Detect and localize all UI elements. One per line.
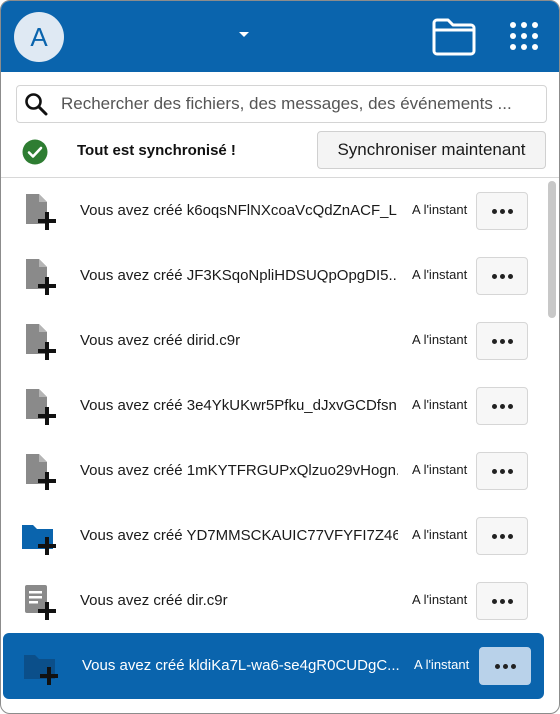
activity-text: Vous avez créé JF3KSqoNpliHDSUQpOpgDI5..… <box>80 267 398 284</box>
file-add-icon <box>26 194 56 230</box>
header-bar: A <box>1 1 559 72</box>
activity-text: Vous avez créé dir.c9r <box>80 592 228 609</box>
more-options-button[interactable] <box>476 582 528 620</box>
activity-row[interactable]: Vous avez créé 3e4YkUKwr5Pfku_dJxvGCDfsn… <box>1 374 544 438</box>
more-icon <box>494 663 516 669</box>
activity-time: A l'instant <box>412 527 468 542</box>
activity-time: A l'instant <box>412 462 468 477</box>
activity-time: A l'instant <box>414 657 470 672</box>
activity-time: A l'instant <box>412 397 468 412</box>
more-icon <box>491 468 513 474</box>
activity-row[interactable]: Vous avez créé YD7MMSCKAUIC77VFYFI7Z46..… <box>1 504 544 568</box>
folder-add-icon <box>22 525 56 555</box>
account-avatar[interactable]: A <box>14 12 64 62</box>
more-options-button[interactable] <box>476 517 528 555</box>
more-icon <box>491 403 513 409</box>
activity-text: Vous avez créé YD7MMSCKAUIC77VFYFI7Z46..… <box>80 527 398 544</box>
activity-list[interactable]: Vous avez créé k6oqsNFlNXcoaVcQdZnACF_L.… <box>1 179 559 713</box>
divider <box>1 177 559 178</box>
sync-status-text: Tout est synchronisé ! <box>77 142 236 159</box>
activity-row[interactable]: Vous avez créé dir.c9r A l'instant <box>1 569 544 633</box>
list-scrollbar[interactable] <box>548 181 556 318</box>
search-box[interactable] <box>16 85 547 123</box>
more-options-button[interactable] <box>476 257 528 295</box>
activity-row-selected[interactable]: Vous avez créé kldiKa7L-wa6-se4gR0CUDgC.… <box>3 633 544 699</box>
more-icon <box>491 533 513 539</box>
more-options-button[interactable] <box>476 452 528 490</box>
text-file-add-icon <box>25 585 56 620</box>
activity-text: Vous avez créé dirid.c9r <box>80 332 241 349</box>
search-input[interactable] <box>59 89 541 119</box>
activity-row[interactable]: Vous avez créé dirid.c9r A l'instant <box>1 309 544 373</box>
avatar-letter: A <box>30 21 48 52</box>
activity-time: A l'instant <box>412 592 468 607</box>
activity-text: Vous avez créé kldiKa7L-wa6-se4gR0CUDgC.… <box>82 657 400 674</box>
sync-client-window: A Tout est sync <box>0 0 560 714</box>
apps-menu-button[interactable] <box>506 18 542 54</box>
folder-add-icon <box>24 655 58 685</box>
file-add-icon <box>26 454 56 490</box>
more-icon <box>491 598 513 604</box>
apps-grid-icon <box>510 22 538 50</box>
more-options-button[interactable] <box>479 647 531 685</box>
more-icon <box>491 273 513 279</box>
file-add-icon <box>26 259 56 295</box>
activity-text: Vous avez créé k6oqsNFlNXcoaVcQdZnACF_L.… <box>80 202 398 219</box>
file-add-icon <box>26 389 56 425</box>
folder-icon <box>432 18 476 56</box>
more-icon <box>491 208 513 214</box>
chevron-down-icon[interactable] <box>239 32 249 37</box>
file-add-icon <box>26 324 56 360</box>
more-options-button[interactable] <box>476 387 528 425</box>
activity-time: A l'instant <box>412 202 468 217</box>
activity-row[interactable]: Vous avez créé k6oqsNFlNXcoaVcQdZnACF_L.… <box>1 179 544 243</box>
more-icon <box>491 338 513 344</box>
activity-row[interactable]: Vous avez créé 1mKYTFRGUPxQlzuo29vHogn..… <box>1 439 544 503</box>
more-options-button[interactable] <box>476 322 528 360</box>
activity-time: A l'instant <box>412 332 468 347</box>
activity-text: Vous avez créé 3e4YkUKwr5Pfku_dJxvGCDfsn… <box>80 397 398 414</box>
activity-row[interactable]: Vous avez créé JF3KSqoNpliHDSUQpOpgDI5..… <box>1 244 544 308</box>
check-circle-icon <box>22 139 48 165</box>
more-options-button[interactable] <box>476 192 528 230</box>
sync-now-button[interactable]: Synchroniser maintenant <box>317 131 546 169</box>
search-icon <box>25 93 48 116</box>
activity-text: Vous avez créé 1mKYTFRGUPxQlzuo29vHogn..… <box>80 462 398 479</box>
open-folder-button[interactable] <box>431 17 477 57</box>
activity-time: A l'instant <box>412 267 468 282</box>
